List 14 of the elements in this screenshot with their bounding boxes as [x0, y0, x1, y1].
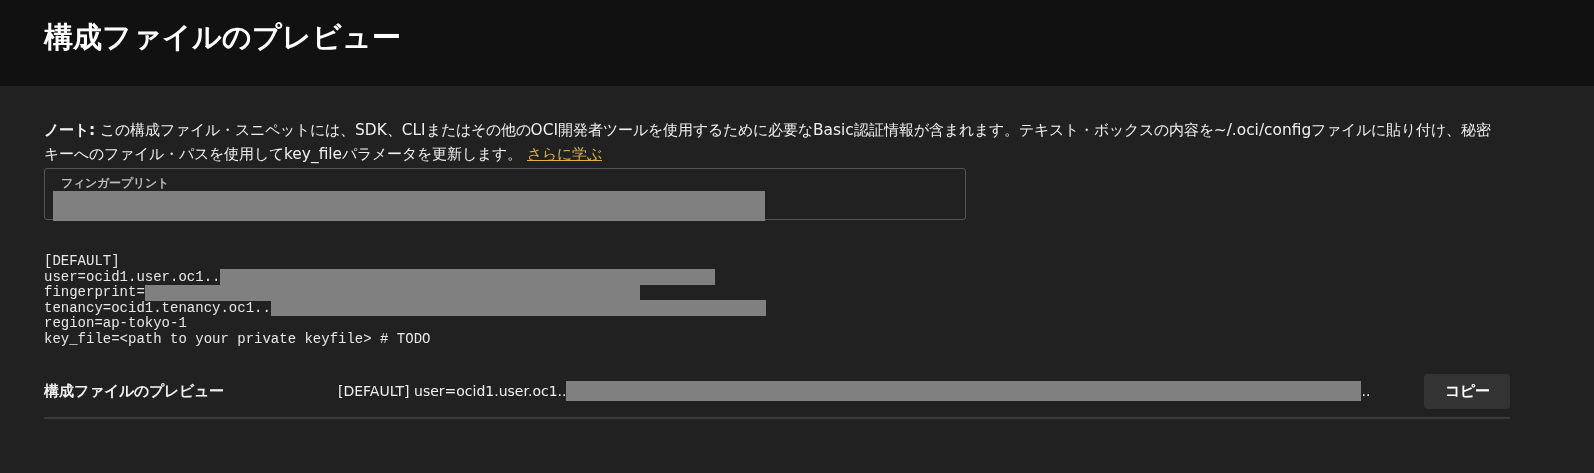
learn-more-link[interactable]: さらに学ぶ: [526, 145, 602, 163]
row-label: 構成ファイルのプレビュー: [44, 381, 225, 401]
code-line: user=ocid1.user.oc1..: [44, 269, 221, 285]
ellipsis-text: ..: [1361, 383, 1371, 399]
page-title: 構成ファイルのプレビュー: [44, 19, 401, 56]
code-line: region=ap-tokyo-1: [44, 316, 187, 332]
note-text: ノート: この構成ファイル・スニペットには、SDK、CLIまたはその他のOCI開発者ツールを使用するために必要なBasic認証情報が含まれます。テキスト・ボックスの内容を~/.oci/configファイルに貼り付け、秘密キーへのファイル・パスを使用してkey_fileパラメータを更新します。 さらに学ぶ: [44, 120, 1493, 165]
code-line: fingerprint=: [44, 285, 145, 301]
copy-button[interactable]: コピー: [1424, 373, 1510, 409]
code-line: tenancy=ocid1.tenancy.oc1..: [44, 300, 271, 316]
code-line: [DEFAULT]: [44, 254, 120, 270]
field-label: フィンガープリント: [60, 177, 169, 190]
code-line: key_file=<path to your private keyfile> # TODO: [44, 331, 431, 347]
config-preview-text: [DEFAULT] user=ocid1.user.oc1..: [338, 383, 567, 399]
